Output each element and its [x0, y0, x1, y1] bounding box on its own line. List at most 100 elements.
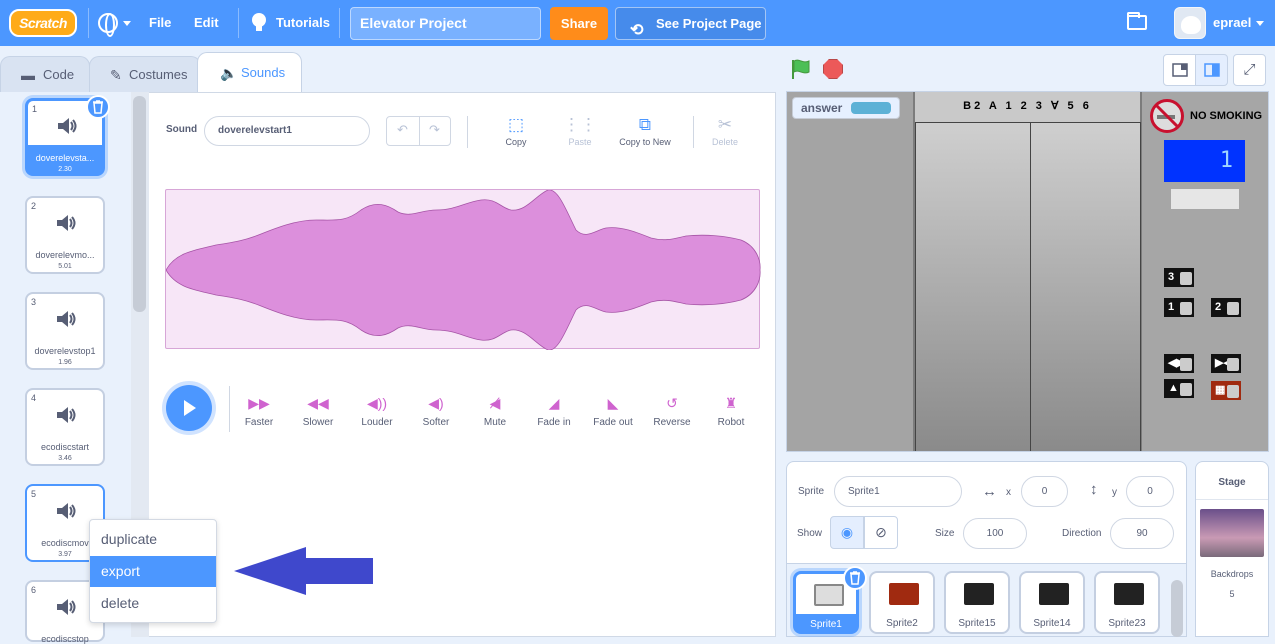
- x-arrows-icon: ↔: [982, 483, 997, 500]
- sound-name: ecodiscstop: [41, 634, 89, 644]
- show-hidden-button[interactable]: ⊘: [864, 516, 898, 549]
- chevron-down-icon[interactable]: [123, 21, 131, 26]
- see-project-label: See Project Page: [656, 16, 762, 31]
- paste-button[interactable]: ⋮⋮ Paste: [560, 113, 600, 147]
- sound-name-input[interactable]: doverelevstart1: [204, 116, 370, 146]
- size-label: Size: [935, 528, 955, 539]
- folder-icon[interactable]: [1127, 12, 1147, 30]
- delete-button[interactable]: ✂ Delete: [705, 113, 745, 147]
- y-input[interactable]: 0: [1126, 476, 1174, 507]
- sound-number: 2: [31, 201, 37, 211]
- scrollbar-thumb[interactable]: [133, 96, 146, 312]
- sprite-tile[interactable]: Sprite14: [1019, 571, 1085, 634]
- redo-icon[interactable]: ↷: [429, 122, 440, 138]
- copy-to-new-icon: ⧉: [638, 115, 652, 134]
- sprite-name-input[interactable]: Sprite1: [834, 476, 962, 507]
- speaker-icon: [57, 599, 76, 615]
- sound-tile[interactable]: 4 ecodiscstart 3.46: [25, 388, 105, 466]
- softer-icon: ◀): [428, 395, 444, 411]
- alarm-bell-button[interactable]: ▲: [1164, 379, 1194, 398]
- fullscreen-button[interactable]: ⤢: [1233, 54, 1266, 86]
- play-button[interactable]: [166, 385, 212, 431]
- stage-title: Stage: [1196, 462, 1268, 500]
- undo-redo-group: ↶ ↷: [386, 116, 451, 146]
- delete-sound-button[interactable]: [86, 95, 110, 119]
- faster-icon: ▶▶: [248, 395, 270, 411]
- avatar[interactable]: [1174, 7, 1206, 39]
- floor-display: 1: [1164, 140, 1245, 182]
- scrollbar-thumb[interactable]: [1171, 580, 1183, 637]
- large-stage-icon: [1204, 63, 1220, 77]
- floor-3-button[interactable]: 3: [1164, 268, 1194, 287]
- effect-reverse-button[interactable]: ↺ Reverse: [644, 393, 700, 428]
- sprite-label: Sprite: [798, 486, 825, 497]
- emergency-button[interactable]: ▦: [1211, 381, 1241, 400]
- username[interactable]: eprael: [1213, 0, 1251, 46]
- show-visible-button[interactable]: ◉: [830, 516, 864, 549]
- edit-menu[interactable]: Edit: [194, 0, 219, 46]
- see-project-page-button[interactable]: ⟲ See Project Page: [615, 7, 766, 40]
- file-menu[interactable]: File: [149, 0, 171, 46]
- share-button[interactable]: Share: [550, 7, 608, 40]
- project-title-input[interactable]: Elevator Project: [350, 7, 541, 40]
- effect-fade-out-button[interactable]: ◣ Fade out: [585, 393, 641, 428]
- effect-faster-button[interactable]: ▶▶ Faster: [231, 393, 287, 428]
- tab-costumes[interactable]: ✎ Costumes: [89, 56, 201, 92]
- speaker-icon: [58, 118, 77, 134]
- lightbulb-icon[interactable]: [252, 13, 266, 31]
- tutorials-menu[interactable]: Tutorials: [276, 0, 330, 46]
- sprite-thumbnail: [964, 583, 994, 605]
- undo-icon[interactable]: ↶: [397, 122, 408, 138]
- green-flag-icon[interactable]: [791, 58, 811, 80]
- export-menu-item[interactable]: export: [90, 556, 216, 587]
- duplicate-menu-item[interactable]: duplicate: [90, 524, 216, 555]
- stop-icon[interactable]: [823, 59, 843, 79]
- stage-selector[interactable]: Stage Backdrops 5: [1195, 461, 1269, 637]
- sound-tile[interactable]: 2 doverelevmo... 5.01: [25, 196, 105, 274]
- sprite-thumbnail: [1114, 583, 1144, 605]
- chevron-down-icon[interactable]: [1256, 21, 1264, 26]
- sound-tile[interactable]: 3 doverelevstop1 1.96: [25, 292, 105, 370]
- tab-label: Code: [43, 67, 75, 82]
- effect-softer-button[interactable]: ◀) Softer: [408, 393, 464, 428]
- mute-icon: ◀̸: [489, 395, 501, 411]
- stage[interactable]: answer B2 A 1 2 3 ∀ 5 6 NO SMOKING 1 3 1…: [786, 91, 1269, 452]
- effect-mute-button[interactable]: ◀̸ Mute: [467, 393, 523, 428]
- small-stage-button[interactable]: [1163, 54, 1196, 86]
- delete-sprite-button[interactable]: [843, 566, 867, 590]
- large-stage-button[interactable]: [1195, 54, 1228, 86]
- sound-number: 5: [31, 489, 37, 499]
- size-input[interactable]: 100: [963, 518, 1027, 549]
- tab-sounds[interactable]: 🔈 Sounds: [197, 52, 302, 92]
- sprite-tile[interactable]: Sprite15: [944, 571, 1010, 634]
- sprite-thumbnail: [814, 584, 844, 606]
- sound-name: ecodiscstart: [40, 442, 90, 452]
- x-input[interactable]: 0: [1021, 476, 1068, 507]
- scratch-logo[interactable]: Scratch: [9, 9, 77, 37]
- sound-duration: 5.01: [58, 263, 72, 270]
- trash-icon: [850, 571, 860, 585]
- effect-slower-button[interactable]: ◀◀ Slower: [290, 393, 346, 428]
- waveform[interactable]: [165, 189, 761, 351]
- tab-code[interactable]: ▬ Code: [0, 56, 90, 92]
- floor-2-button[interactable]: 2: [1211, 298, 1241, 317]
- effect-louder-button[interactable]: ◀)) Louder: [349, 393, 405, 428]
- globe-icon[interactable]: [98, 13, 118, 37]
- no-smoking-icon: [1150, 99, 1184, 133]
- effect-robot-button[interactable]: ♜ Robot: [703, 393, 759, 428]
- delete-menu-item[interactable]: delete: [90, 588, 216, 619]
- effect-label: Robot: [717, 417, 745, 428]
- door-close-button[interactable]: ▶◀: [1211, 354, 1241, 373]
- annotation-arrow-icon: [234, 547, 373, 595]
- copy-to-new-button[interactable]: ⧉ Copy to New: [614, 113, 676, 147]
- x-label: x: [1006, 487, 1011, 498]
- sprite-tile[interactable]: Sprite2: [869, 571, 935, 634]
- effect-fade-in-button[interactable]: ◢ Fade in: [526, 393, 582, 428]
- direction-input[interactable]: 90: [1110, 518, 1174, 549]
- copy-button[interactable]: ⬚ Copy: [496, 113, 536, 147]
- door-open-button[interactable]: ◀▶: [1164, 354, 1194, 373]
- floor-1-button[interactable]: 1: [1164, 298, 1194, 317]
- sprite-tile[interactable]: Sprite23: [1094, 571, 1160, 634]
- backdrop-thumbnail: [1200, 509, 1264, 557]
- fullscreen-icon: ⤢: [1243, 61, 1256, 78]
